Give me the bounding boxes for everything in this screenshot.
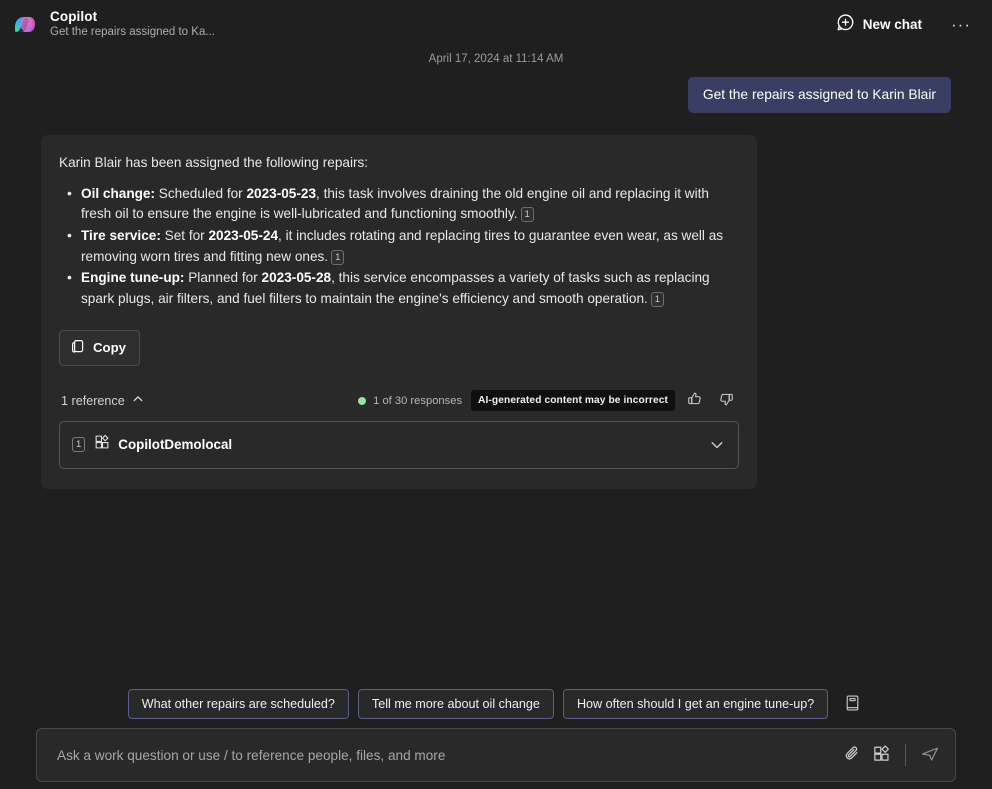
chevron-up-icon bbox=[132, 393, 144, 408]
citation-badge[interactable]: 1 bbox=[650, 291, 665, 307]
conversation-pane: April 17, 2024 at 11:14 AM Get the repai… bbox=[0, 48, 992, 489]
bullet-term: Tire service: bbox=[81, 227, 161, 243]
composer-divider bbox=[905, 744, 906, 766]
references-label: 1 reference bbox=[61, 393, 125, 408]
assistant-answer-card: Karin Blair has been assigned the follow… bbox=[41, 134, 757, 489]
new-chat-label: New chat bbox=[862, 16, 923, 32]
citation-badge[interactable]: 1 bbox=[331, 249, 345, 265]
bullet-term: Engine tune-up: bbox=[81, 270, 185, 286]
thumbs-down-button[interactable] bbox=[715, 389, 737, 412]
copilot-logo-icon bbox=[10, 8, 40, 39]
add-chat-bubble-icon bbox=[836, 13, 855, 35]
prompt-library-button[interactable] bbox=[841, 691, 864, 718]
thumbs-down-icon bbox=[718, 391, 734, 410]
send-paper-plane-icon bbox=[920, 744, 940, 767]
thumbs-up-icon bbox=[687, 391, 703, 410]
copy-label: Copy bbox=[93, 340, 126, 356]
conversation-timestamp: April 17, 2024 at 11:14 AM bbox=[428, 53, 564, 65]
repairs-list: Oil change: Scheduled for 2023-05-23, th… bbox=[59, 183, 737, 310]
attach-file-button[interactable] bbox=[840, 742, 865, 768]
composer-actions bbox=[840, 742, 943, 769]
reference-card[interactable]: 1 CopilotDemolocal bbox=[59, 420, 739, 469]
send-button[interactable] bbox=[917, 742, 943, 769]
header-actions: New chat ··· bbox=[828, 8, 978, 40]
reference-number-badge: 1 bbox=[72, 437, 86, 453]
bullet-text-before: Planned for bbox=[184, 270, 262, 286]
copy-icon bbox=[71, 339, 85, 357]
apps-plugin-icon bbox=[872, 744, 891, 766]
status-dot-icon bbox=[358, 396, 367, 405]
list-item: Oil change: Scheduled for 2023-05-23, th… bbox=[67, 183, 737, 225]
bullet-text-before: Set for bbox=[160, 227, 209, 243]
user-message-bubble: Get the repairs assigned to Karin Blair bbox=[687, 77, 951, 113]
answer-meta-row: 1 reference 1 of 30 responses AI-generat… bbox=[59, 390, 737, 412]
suggestion-chip[interactable]: Tell me more about oil change bbox=[357, 689, 554, 719]
suggestion-chips-row: What other repairs are scheduled? Tell m… bbox=[0, 689, 992, 719]
paperclip-icon bbox=[843, 744, 862, 766]
new-chat-button[interactable]: New chat bbox=[828, 8, 930, 40]
ai-disclaimer-badge: AI-generated content may be incorrect bbox=[471, 390, 675, 412]
user-message-row: Get the repairs assigned to Karin Blair bbox=[0, 77, 992, 113]
bullet-date: 2023-05-28 bbox=[261, 270, 332, 286]
suggestion-chip[interactable]: How often should I get an engine tune-up… bbox=[562, 689, 829, 719]
chevron-down-icon[interactable] bbox=[708, 436, 726, 454]
app-header: Copilot Get the repairs assigned to Ka..… bbox=[0, 0, 992, 48]
prompt-library-book-icon bbox=[844, 694, 861, 715]
page-title: Copilot bbox=[50, 8, 98, 24]
bullet-date: 2023-05-24 bbox=[208, 227, 279, 243]
copy-button[interactable]: Copy bbox=[59, 329, 140, 366]
list-item: Engine tune-up: Planned for 2023-05-28, … bbox=[67, 267, 737, 309]
header-subtitle: Get the repairs assigned to Ka... bbox=[50, 26, 215, 39]
bullet-date: 2023-05-23 bbox=[246, 185, 317, 201]
response-counter: 1 of 30 responses bbox=[358, 395, 462, 407]
header-identity: Copilot Get the repairs assigned to Ka..… bbox=[10, 9, 215, 40]
thumbs-up-button[interactable] bbox=[684, 389, 706, 412]
message-composer bbox=[36, 728, 956, 782]
citation-badge[interactable]: 1 bbox=[520, 207, 534, 223]
answer-meta-right: 1 of 30 responses AI-generated content m… bbox=[358, 389, 737, 412]
list-item: Tire service: Set for 2023-05-24, it inc… bbox=[67, 225, 737, 267]
bullet-term: Oil change: bbox=[81, 185, 156, 201]
more-options-button[interactable]: ··· bbox=[944, 12, 978, 37]
response-counter-label: 1 of 30 responses bbox=[373, 394, 463, 407]
suggestion-chip[interactable]: What other repairs are scheduled? bbox=[127, 689, 349, 719]
apps-button[interactable] bbox=[869, 742, 894, 768]
references-toggle[interactable]: 1 reference bbox=[59, 391, 146, 410]
reference-title: CopilotDemolocal bbox=[118, 437, 233, 453]
header-title-block: Copilot Get the repairs assigned to Ka..… bbox=[50, 9, 215, 40]
message-input[interactable] bbox=[55, 746, 840, 764]
answer-intro-text: Karin Blair has been assigned the follow… bbox=[59, 154, 369, 170]
bullet-text-before: Scheduled for bbox=[155, 185, 247, 201]
plugin-app-icon bbox=[94, 434, 110, 455]
